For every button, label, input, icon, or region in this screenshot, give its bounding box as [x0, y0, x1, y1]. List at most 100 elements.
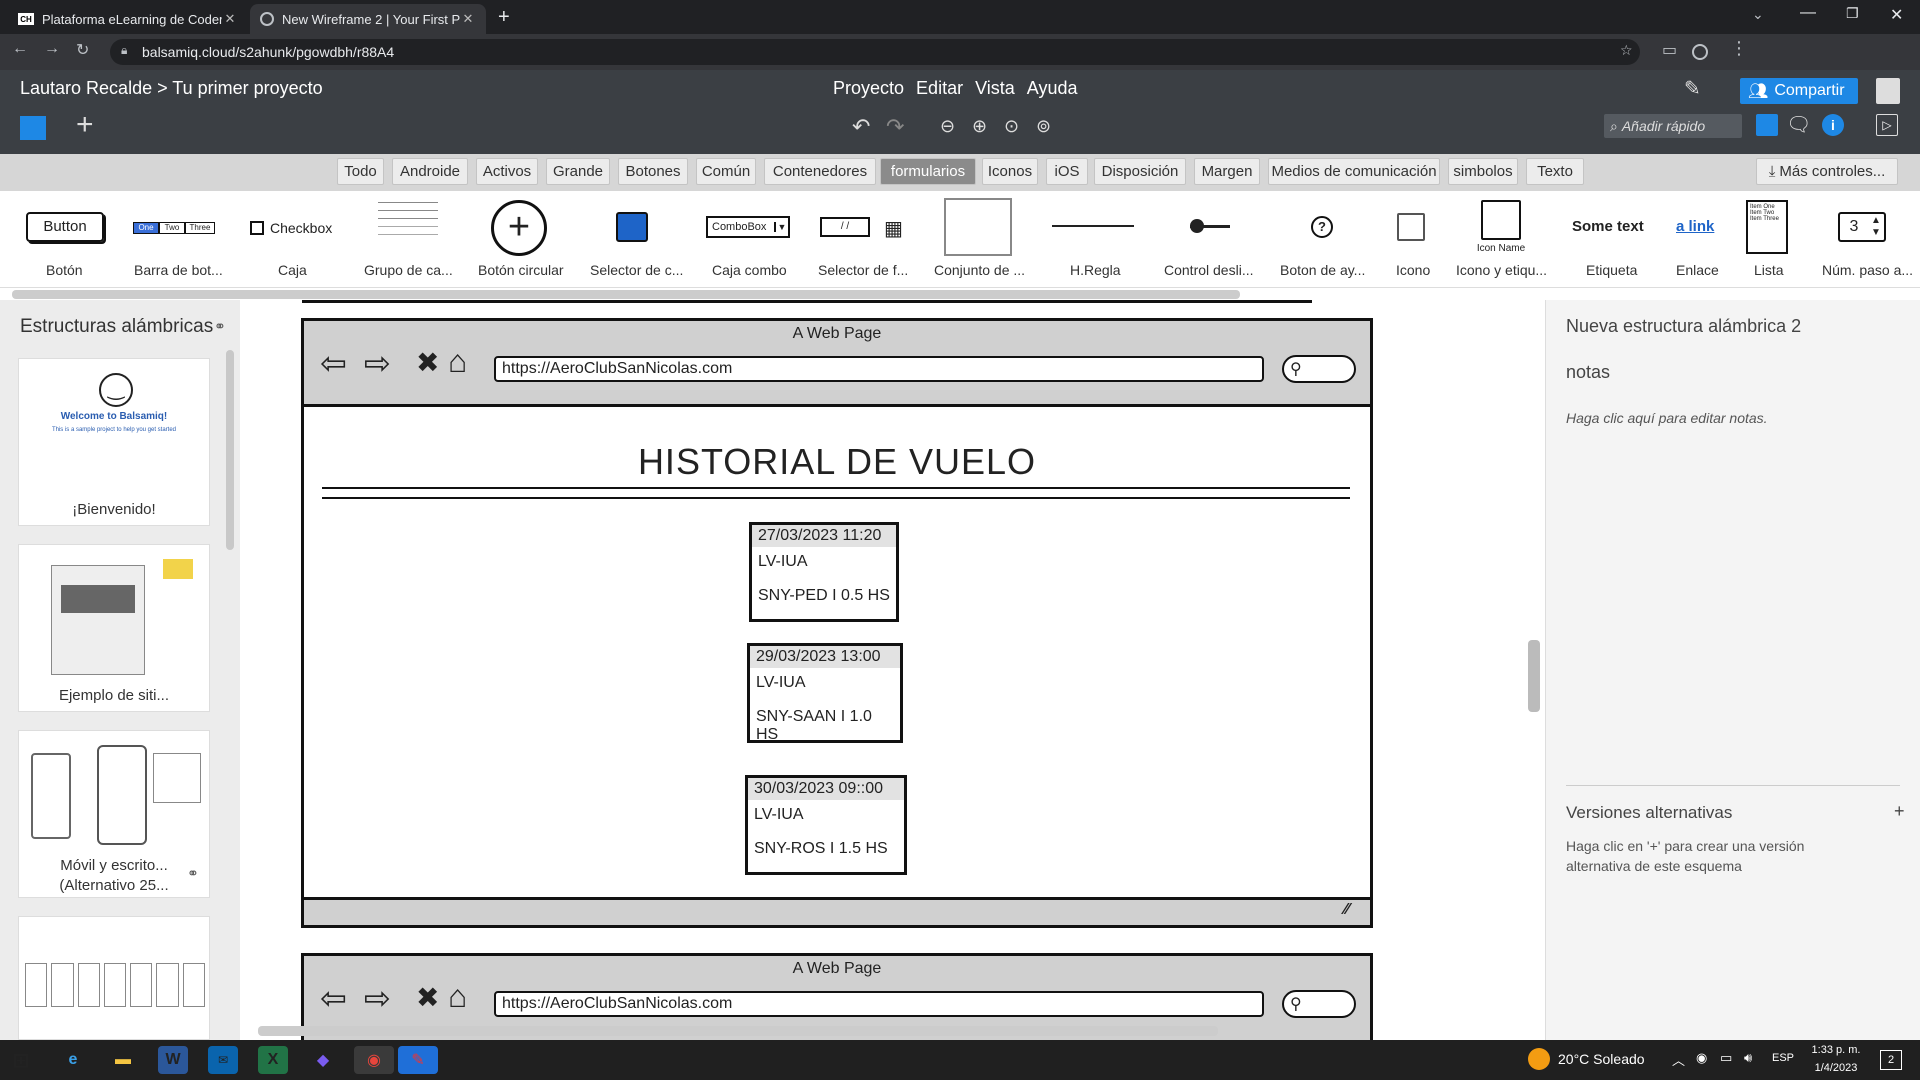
menu-vista[interactable]: Vista	[975, 78, 1015, 99]
lib-tab-androide[interactable]: Androide	[392, 158, 468, 185]
comment-icon[interactable]: 🗨︎	[1786, 112, 1811, 137]
palette-scrollbar[interactable]	[12, 290, 1240, 299]
fieldset-control[interactable]	[944, 198, 1012, 256]
redo-icon[interactable]: ↷	[886, 114, 904, 140]
zoom-out-icon[interactable]: ⊖	[940, 116, 955, 137]
lib-tab-comun[interactable]: Común	[696, 158, 756, 185]
zoom-fit-icon[interactable]: ⊚	[1036, 116, 1051, 137]
lib-tab-iconos[interactable]: Iconos	[982, 158, 1038, 185]
branch-icon[interactable]: ⚭	[187, 865, 199, 882]
reload-icon[interactable]: ↻	[76, 40, 89, 60]
checkbox-group-control[interactable]	[378, 198, 438, 250]
branch-icon[interactable]: ⚭	[214, 318, 226, 335]
canvas-vertical-scrollbar[interactable]	[1528, 640, 1540, 712]
horizontal-rule-control[interactable]	[1052, 225, 1134, 227]
restore-icon[interactable]: ❐	[1846, 5, 1859, 22]
close-icon[interactable]: ✕	[460, 11, 476, 27]
date-picker-control[interactable]: / /	[820, 217, 870, 237]
button-control[interactable]: Button	[26, 212, 104, 242]
menu-proyecto[interactable]: Proyecto	[833, 78, 904, 99]
file-explorer-icon[interactable]: ▬	[108, 1046, 138, 1074]
icon-control[interactable]	[1397, 213, 1425, 241]
link-control[interactable]: a link	[1676, 218, 1714, 235]
lib-tab-activos[interactable]: Activos	[476, 158, 538, 185]
close-window-icon[interactable]: ✕	[1890, 5, 1903, 25]
chevron-up-icon[interactable]: ︿	[1672, 1050, 1685, 1069]
weather-text[interactable]: 20°C Soleado	[1558, 1051, 1645, 1067]
browser-tab[interactable]: CH Plataforma eLearning de Coderhouse ✕	[8, 4, 248, 34]
notifications-icon[interactable]: 2	[1880, 1050, 1902, 1070]
share-button[interactable]: 👥︎ Compartir	[1740, 78, 1858, 104]
buttonbar-control[interactable]: One Two Three	[133, 222, 215, 234]
lib-tab-medios[interactable]: Medios de comunicación	[1268, 158, 1440, 185]
add-alternate-button[interactable]: +	[1894, 801, 1905, 822]
wireframe-thumb-mobile[interactable]: Móvil y escrito... (Alternativo 25... ⚭	[18, 730, 210, 898]
lib-tab-margen[interactable]: Margen	[1194, 158, 1260, 185]
info-icon[interactable]: i	[1822, 114, 1844, 136]
lib-tab-formularios[interactable]: formularios	[880, 158, 976, 185]
help-icon[interactable]: ?	[1311, 216, 1333, 238]
extension-icon[interactable]: ▭	[1662, 40, 1677, 60]
undo-icon[interactable]: ↶	[852, 114, 870, 140]
lib-tab-grande[interactable]: Grande	[546, 158, 610, 185]
icon-label-control[interactable]	[1481, 200, 1521, 240]
menu-editar[interactable]: Editar	[916, 78, 963, 99]
wireframe-thumb-site[interactable]: Ejemplo de siti...	[18, 544, 210, 712]
star-icon[interactable]: ☆	[1620, 42, 1633, 59]
lib-tab-disposicion[interactable]: Disposición	[1094, 158, 1186, 185]
profile-icon[interactable]	[1692, 44, 1708, 60]
wireframes-panel-icon[interactable]	[20, 116, 46, 140]
balsamiq-icon[interactable]: ✎	[398, 1046, 438, 1074]
list-control[interactable]: Item One Item Two Item Three	[1746, 200, 1788, 254]
network-icon[interactable]: ▭	[1720, 1050, 1732, 1066]
clock-time[interactable]: 1:33 p. m.	[1806, 1044, 1866, 1056]
browser-tab-active[interactable]: New Wireframe 2 | Your First Project ✕	[250, 4, 486, 34]
chevron-down-icon[interactable]: ⌄	[1752, 6, 1764, 23]
lib-tab-ios[interactable]: iOS	[1046, 158, 1088, 185]
more-menu-icon[interactable]: ⋮	[1730, 38, 1748, 59]
lib-tab-simbolos[interactable]: simbolos	[1448, 158, 1518, 185]
minimize-icon[interactable]: —	[1800, 4, 1816, 22]
lib-tab-contenedores[interactable]: Contenedores	[764, 158, 876, 185]
quick-add-input[interactable]: ⌕ Añadir rápido	[1604, 114, 1742, 138]
close-icon[interactable]: ✕	[222, 11, 238, 27]
color-picker-control[interactable]	[616, 212, 648, 242]
combobox-control[interactable]: ComboBox ▼	[706, 216, 790, 238]
word-icon[interactable]: W	[158, 1046, 188, 1074]
canvas-horizontal-scrollbar[interactable]	[258, 1026, 1218, 1036]
panel-scrollbar[interactable]	[226, 350, 234, 550]
system-tray-icon[interactable]: ◉	[1696, 1050, 1707, 1066]
label-control[interactable]: Some text	[1572, 218, 1644, 235]
wireframe-thumb-welcome[interactable]: ‿ Welcome to Balsamiq! This is a sample …	[18, 358, 210, 526]
mockup-panel-icon[interactable]	[1756, 114, 1778, 136]
edge-icon[interactable]: e	[58, 1046, 88, 1074]
lib-tab-botones[interactable]: Botones	[618, 158, 688, 185]
lib-tab-todo[interactable]: Todo	[337, 158, 384, 185]
numeric-stepper-control[interactable]: 3 ▲ ▼	[1838, 212, 1886, 242]
pencil-icon[interactable]: ✎	[1684, 76, 1701, 101]
wireframe-canvas[interactable]: A Web Page ⇦ ⇨ ✖ ⌂ https://AeroClubSanNi…	[240, 300, 1545, 1040]
chrome-icon[interactable]: ◉	[354, 1046, 394, 1074]
back-arrow-icon[interactable]: ←	[12, 40, 28, 58]
windows-start-icon[interactable]: ⊞	[6, 1046, 36, 1074]
zoom-actual-icon[interactable]: ⊙	[1004, 116, 1019, 137]
add-icon[interactable]: +	[76, 108, 94, 142]
wireframe-thumb-4[interactable]	[18, 916, 210, 1040]
address-bar[interactable]: 🔒︎ balsamiq.cloud/s2ahunk/pgowdbh/r88A4 …	[110, 39, 1640, 65]
checkbox-control[interactable]: Checkbox	[250, 220, 332, 236]
plus-icon[interactable]: +	[498, 6, 510, 29]
avatar[interactable]	[1876, 78, 1900, 104]
clock-date[interactable]: 1/4/2023	[1806, 1062, 1866, 1074]
forward-arrow-icon[interactable]: →	[44, 40, 60, 58]
wireframe-name[interactable]: Nueva estructura alámbrica 2	[1566, 316, 1801, 337]
presentation-icon[interactable]: ▷	[1876, 114, 1898, 136]
app-icon[interactable]: ◆	[308, 1046, 338, 1074]
excel-icon[interactable]: X	[258, 1046, 288, 1074]
menu-ayuda[interactable]: Ayuda	[1027, 78, 1078, 99]
circle-button-control[interactable]: +	[491, 200, 547, 256]
breadcrumb[interactable]: Lautaro Recalde > Tu primer proyecto	[20, 78, 323, 99]
volume-icon[interactable]: 🔊︎	[1744, 1050, 1752, 1066]
more-controls-button[interactable]: ⤓ Más controles...	[1756, 158, 1898, 185]
lib-tab-texto[interactable]: Texto	[1526, 158, 1584, 185]
browser-window-wireframe[interactable]: A Web Page ⇦ ⇨ ✖ ⌂ https://AeroClubSanNi…	[301, 318, 1373, 928]
